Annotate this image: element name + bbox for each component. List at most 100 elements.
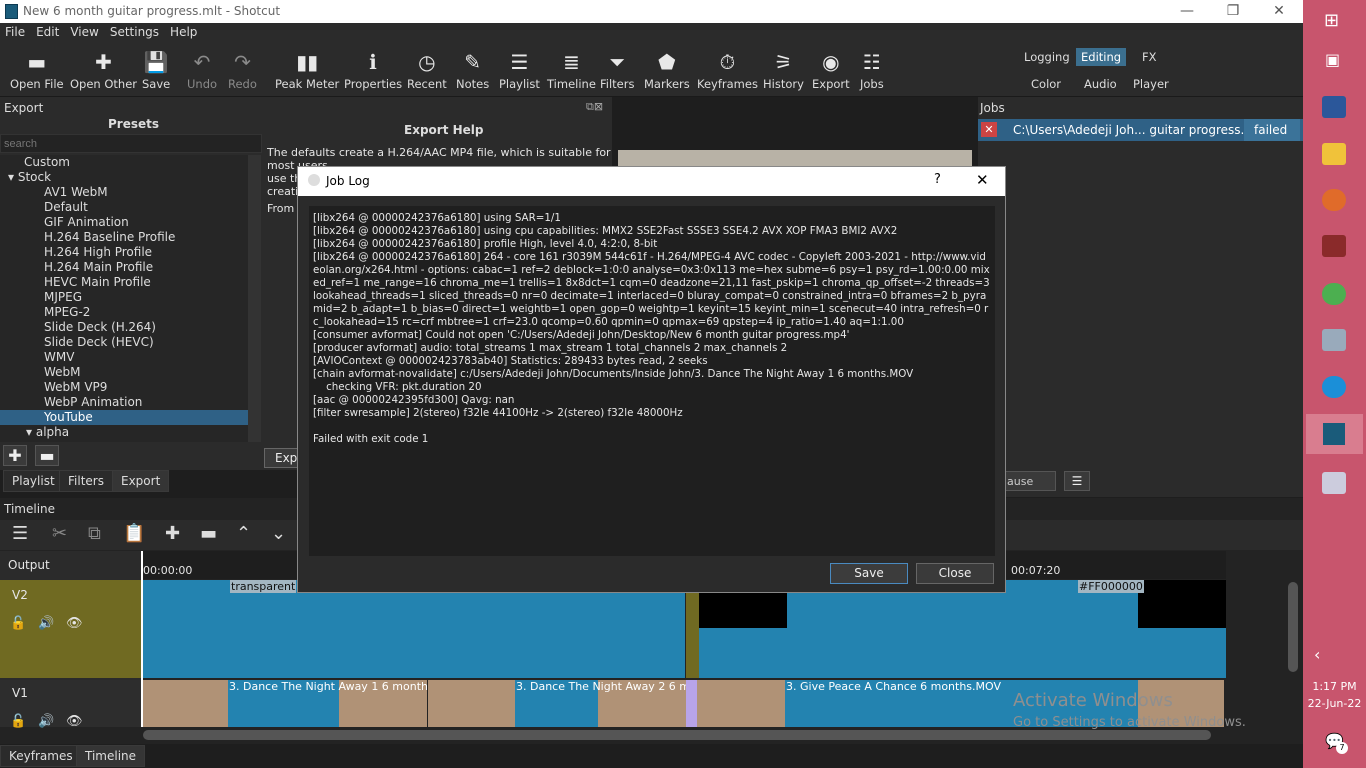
recent-button[interactable]: ◷ Recent: [407, 47, 447, 91]
paste-icon[interactable]: 📋: [123, 523, 145, 544]
overwrite-icon[interactable]: ⌄: [271, 523, 286, 544]
clip-v2-transparent[interactable]: transparent: [143, 580, 685, 678]
timeline-button[interactable]: ≣ Timeline: [547, 47, 596, 91]
mute-icon[interactable]: 🔊: [38, 714, 54, 729]
jobs-button[interactable]: ☷ Jobs: [860, 47, 884, 91]
pause-jobs-button[interactable]: ause: [1000, 471, 1056, 491]
menu-edit[interactable]: Edit: [31, 23, 65, 39]
preset-item[interactable]: HEVC Main Profile: [0, 275, 248, 290]
open-other-button[interactable]: ✚ Open Other: [70, 47, 137, 91]
jobs-menu-icon[interactable]: ☰: [1064, 471, 1090, 491]
undo-button[interactable]: ↶ Undo: [187, 47, 217, 91]
append-icon[interactable]: ✚: [165, 523, 180, 544]
notes-button[interactable]: ✎ Notes: [456, 47, 489, 91]
lock-icon[interactable]: 🔓: [10, 616, 26, 631]
copy-icon[interactable]: ⧉: [88, 523, 101, 544]
clock-time[interactable]: 1:17 PM: [1306, 680, 1363, 693]
menu-help[interactable]: Help: [165, 23, 203, 39]
preset-item[interactable]: Slide Deck (H.264): [0, 320, 248, 335]
clock-date[interactable]: 22-Jun-22: [1306, 697, 1363, 710]
tab-timeline[interactable]: Timeline: [76, 745, 146, 767]
tab-playlist[interactable]: Playlist: [3, 470, 64, 492]
job-log-text[interactable]: [libx264 @ 00000242376a6180] using SAR=1…: [309, 206, 995, 556]
remove-icon[interactable]: ▬: [200, 523, 217, 544]
clip-v2-color[interactable]: #FF000000: [699, 580, 1226, 678]
open-file-button[interactable]: ▬ Open File: [10, 47, 64, 91]
timeline-menu-icon[interactable]: ☰: [12, 523, 28, 544]
preset-item[interactable]: WMV: [0, 350, 248, 365]
timeline-horizontal-scrollbar[interactable]: [143, 730, 1211, 740]
markers-button[interactable]: ⬟ Markers: [644, 47, 690, 91]
lift-icon[interactable]: ⌃: [236, 523, 251, 544]
presets-list[interactable]: Custom ▾ Stock AV1 WebM Default GIF Animatio…: [0, 155, 248, 442]
app-icon[interactable]: [1322, 472, 1346, 494]
preset-item[interactable]: Custom: [0, 155, 248, 170]
preset-item[interactable]: H.264 Baseline Profile: [0, 230, 248, 245]
panel-float-close-icon[interactable]: ⧉⊠: [586, 100, 603, 114]
playlist-button[interactable]: ☰ Playlist: [499, 47, 540, 91]
presets-scrollbar[interactable]: [248, 155, 261, 442]
preset-item[interactable]: H.264 High Profile: [0, 245, 248, 260]
chrome-icon[interactable]: [1322, 283, 1346, 305]
menu-settings[interactable]: Settings: [105, 23, 165, 39]
preset-item[interactable]: WebP Animation: [0, 395, 248, 410]
playhead[interactable]: [141, 551, 143, 727]
app-icon[interactable]: [1322, 329, 1346, 351]
mute-icon[interactable]: 🔊: [38, 616, 54, 631]
preset-item[interactable]: MJPEG: [0, 290, 248, 305]
job-row[interactable]: ✕ C:\Users\Adedeji Joh... guitar progres…: [978, 119, 1303, 141]
preset-item[interactable]: ▾ alpha: [0, 425, 248, 440]
preset-item[interactable]: YouTube: [0, 410, 248, 425]
word-icon[interactable]: [1322, 96, 1346, 118]
dialog-help-button[interactable]: ?: [934, 172, 941, 187]
save-log-button[interactable]: Save: [830, 563, 908, 584]
file-explorer-icon[interactable]: [1322, 143, 1346, 165]
properties-button[interactable]: ℹ Properties: [344, 47, 402, 91]
app-icon[interactable]: [1322, 235, 1346, 257]
hide-icon[interactable]: 👁: [66, 616, 83, 631]
timeline-vertical-scrollbar[interactable]: [1288, 582, 1298, 672]
history-button[interactable]: ⚞ History: [763, 47, 804, 91]
workspace-logging[interactable]: Logging: [1019, 48, 1075, 66]
maximize-button[interactable]: ❐: [1210, 0, 1256, 23]
preset-item[interactable]: GIF Animation: [0, 215, 248, 230]
track-v1-header[interactable]: V1 🔓 🔊 👁: [0, 680, 141, 729]
close-window-button[interactable]: ✕: [1256, 0, 1302, 23]
chevron-left-icon[interactable]: ‹: [1314, 645, 1320, 664]
clip-v1-dance-1[interactable]: 3. Dance The Night Away 1 6 months.MOV: [141, 680, 427, 727]
minimize-button[interactable]: —: [1164, 0, 1210, 23]
preset-item[interactable]: H.264 Main Profile: [0, 260, 248, 275]
workspace-color[interactable]: Color: [1026, 75, 1066, 93]
close-dialog-button[interactable]: Close: [916, 563, 994, 584]
keyframes-button[interactable]: ⏱ Keyframes: [697, 47, 758, 91]
hide-icon[interactable]: 👁: [66, 714, 83, 729]
workspace-audio[interactable]: Audio: [1079, 75, 1122, 93]
presets-search-input[interactable]: [0, 134, 262, 153]
tab-keyframes[interactable]: Keyframes: [0, 745, 82, 767]
preset-item[interactable]: Slide Deck (HEVC): [0, 335, 248, 350]
preset-item[interactable]: ▾ Stock: [0, 170, 248, 185]
media-player-icon[interactable]: [1322, 189, 1346, 211]
cut-icon[interactable]: ✂: [52, 523, 67, 544]
menu-file[interactable]: File: [0, 23, 31, 39]
preset-item[interactable]: WebM: [0, 365, 248, 380]
remove-preset-button[interactable]: ▬: [35, 445, 59, 466]
preset-item[interactable]: Default: [0, 200, 248, 215]
edge-icon[interactable]: [1322, 376, 1346, 398]
peak-meter-button[interactable]: ▮▮ Peak Meter: [275, 47, 339, 91]
preset-item[interactable]: AV1 WebM: [0, 185, 248, 200]
windows-start-icon[interactable]: ⊞: [1324, 10, 1339, 31]
dialog-close-x-button[interactable]: ✕: [976, 171, 989, 189]
tab-export[interactable]: Export: [112, 470, 170, 492]
workspace-editing[interactable]: Editing: [1076, 48, 1127, 66]
save-button[interactable]: 💾 Save: [142, 47, 170, 91]
task-view-icon[interactable]: ▣: [1325, 50, 1340, 69]
transition-marker[interactable]: [686, 680, 697, 727]
clip-v1-dance-2[interactable]: 3. Dance The Night Away 2 6 months: [428, 680, 686, 727]
redo-button[interactable]: ↷ Redo: [228, 47, 257, 91]
shotcut-taskbar-active[interactable]: [1306, 414, 1363, 454]
export-button[interactable]: ◉ Export: [812, 47, 850, 91]
preset-item[interactable]: WebM VP9: [0, 380, 248, 395]
add-preset-button[interactable]: ✚: [3, 445, 27, 466]
workspace-fx[interactable]: FX: [1137, 48, 1162, 66]
